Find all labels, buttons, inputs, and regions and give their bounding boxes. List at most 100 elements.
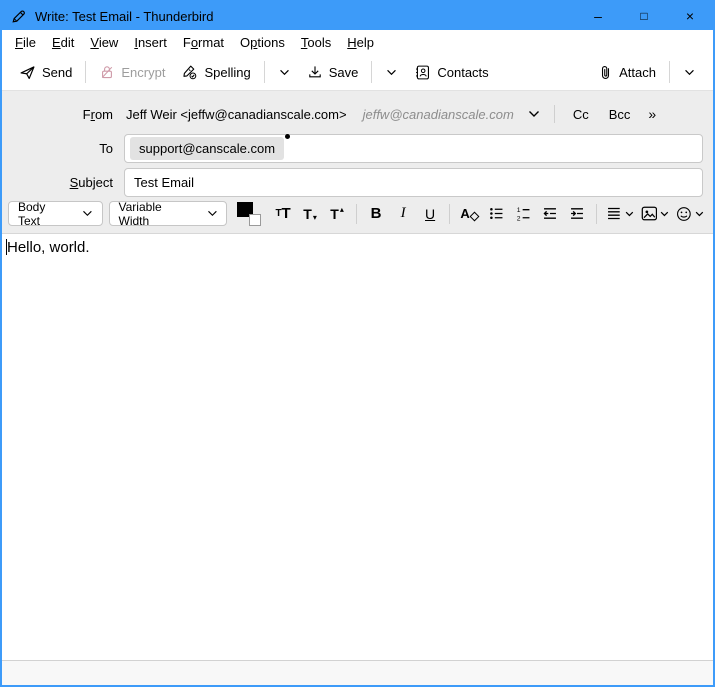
text-color-picker[interactable] bbox=[237, 202, 261, 226]
from-row: From Jeff Weir <jeffw@canadianscale.com>… bbox=[2, 98, 713, 130]
spelling-dropdown-button[interactable] bbox=[270, 63, 299, 82]
underline-button[interactable]: U bbox=[417, 201, 443, 226]
spelling-label: Spelling bbox=[204, 65, 250, 80]
minimize-icon: – bbox=[594, 8, 602, 24]
menu-format[interactable]: Format bbox=[175, 33, 232, 52]
close-icon: × bbox=[686, 8, 694, 24]
spelling-button[interactable]: Spelling bbox=[173, 58, 258, 87]
chevron-down-icon bbox=[695, 211, 704, 217]
save-button[interactable]: Save bbox=[299, 58, 367, 86]
minimize-button[interactable]: – bbox=[575, 2, 621, 30]
recipient-pill[interactable]: support@canscale.com bbox=[130, 137, 284, 160]
more-recipients-button[interactable]: » bbox=[640, 102, 664, 126]
insert-image-dropdown-button[interactable] bbox=[638, 201, 673, 226]
insert-smiley-dropdown-button[interactable] bbox=[673, 201, 707, 226]
window-controls: – □ × bbox=[575, 2, 713, 30]
contacts-button[interactable]: Contacts bbox=[406, 58, 496, 87]
outdent-button[interactable] bbox=[537, 201, 563, 226]
save-dropdown-button[interactable] bbox=[377, 63, 406, 82]
paperclip-icon bbox=[598, 64, 613, 81]
pill-dot bbox=[285, 134, 290, 139]
indent-button[interactable] bbox=[564, 201, 590, 226]
from-label: From bbox=[2, 107, 124, 122]
format-separator bbox=[449, 204, 450, 224]
decrease-font-size-button[interactable]: T▾ bbox=[297, 201, 323, 226]
menu-help[interactable]: Help bbox=[339, 33, 382, 52]
contacts-label: Contacts bbox=[437, 65, 488, 80]
chevron-down-icon bbox=[528, 110, 540, 118]
up-triangle-icon: ▴ bbox=[340, 205, 344, 214]
from-identity-dropdown[interactable]: Jeff Weir <jeffw@canadianscale.com> jeff… bbox=[124, 103, 542, 126]
toolbar-separator bbox=[371, 61, 372, 83]
chevron-down-icon bbox=[207, 210, 218, 217]
subject-row: Subject bbox=[2, 166, 713, 198]
compose-toolbar: Send Encrypt Spelling Save Contacts bbox=[2, 54, 713, 91]
numbered-list-button[interactable]: 12 bbox=[510, 201, 536, 226]
chevron-down-icon bbox=[625, 211, 634, 217]
font-value: Variable Width bbox=[119, 200, 195, 228]
recipient-address: support@canscale.com bbox=[139, 141, 275, 156]
menu-bar: File Edit View Insert Format Options Too… bbox=[2, 30, 713, 54]
chevron-down-icon bbox=[279, 69, 290, 76]
attach-button[interactable]: Attach bbox=[590, 58, 664, 87]
send-icon bbox=[19, 64, 36, 81]
menu-insert[interactable]: Insert bbox=[126, 33, 175, 52]
italic-button[interactable]: I bbox=[390, 201, 416, 226]
font-select[interactable]: Variable Width bbox=[109, 201, 228, 226]
bcc-button[interactable]: Bcc bbox=[599, 103, 641, 126]
align-icon bbox=[606, 206, 622, 221]
font-size-button[interactable]: TT bbox=[270, 201, 296, 226]
window-title: Write: Test Email - Thunderbird bbox=[35, 9, 213, 24]
send-label: Send bbox=[42, 65, 72, 80]
toolbar-separator bbox=[85, 61, 86, 83]
to-field[interactable]: support@canscale.com bbox=[124, 134, 703, 163]
message-headers: From Jeff Weir <jeffw@canadianscale.com>… bbox=[2, 91, 713, 198]
maximize-icon: □ bbox=[640, 9, 647, 23]
title-bar: Write: Test Email - Thunderbird – □ × bbox=[2, 2, 713, 30]
bullet-list-button[interactable] bbox=[483, 201, 509, 226]
cc-button[interactable]: Cc bbox=[563, 103, 599, 126]
to-row: To support@canscale.com bbox=[2, 132, 713, 164]
format-separator bbox=[596, 204, 597, 224]
down-triangle-icon: ▾ bbox=[313, 213, 317, 222]
address-book-icon bbox=[414, 64, 431, 81]
menu-edit[interactable]: Edit bbox=[44, 33, 82, 52]
maximize-button[interactable]: □ bbox=[621, 2, 667, 30]
menu-view[interactable]: View bbox=[82, 33, 126, 52]
menu-tools[interactable]: Tools bbox=[293, 33, 339, 52]
pencil-icon bbox=[11, 9, 26, 24]
subject-label: Subject bbox=[2, 175, 124, 190]
indent-icon bbox=[568, 205, 586, 222]
alignment-dropdown-button[interactable] bbox=[603, 201, 637, 226]
chevron-down-icon bbox=[82, 210, 93, 217]
body-text: Hello, world. bbox=[7, 239, 90, 256]
toolbar-separator bbox=[264, 61, 265, 83]
image-icon bbox=[641, 206, 658, 221]
encrypt-button: Encrypt bbox=[91, 58, 173, 86]
smiley-icon bbox=[676, 206, 692, 222]
paragraph-style-select[interactable]: Body Text bbox=[8, 201, 103, 226]
from-identity-hint: jeffw@canadianscale.com bbox=[363, 107, 514, 122]
status-bar bbox=[2, 660, 713, 685]
svg-text:1: 1 bbox=[516, 207, 520, 214]
bullet-list-icon bbox=[488, 205, 505, 222]
chevron-down-icon bbox=[684, 69, 695, 76]
close-button[interactable]: × bbox=[667, 2, 713, 30]
eraser-icon bbox=[469, 212, 479, 222]
compose-window: Write: Test Email - Thunderbird – □ × Fi… bbox=[0, 0, 715, 687]
to-label: To bbox=[2, 141, 124, 156]
subject-field-box bbox=[124, 168, 703, 197]
menu-options[interactable]: Options bbox=[232, 33, 293, 52]
chevron-down-icon bbox=[660, 211, 669, 217]
attach-dropdown-button[interactable] bbox=[675, 63, 704, 82]
menu-file[interactable]: File bbox=[7, 33, 44, 52]
save-icon bbox=[307, 64, 323, 80]
message-body-editor[interactable]: Hello, world. bbox=[2, 233, 713, 660]
remove-text-styling-button[interactable]: A bbox=[456, 201, 482, 226]
lock-icon bbox=[99, 64, 115, 80]
bold-button[interactable]: B bbox=[363, 201, 389, 226]
save-label: Save bbox=[329, 65, 359, 80]
increase-font-size-button[interactable]: T▴ bbox=[324, 201, 350, 226]
subject-input[interactable] bbox=[130, 175, 697, 190]
send-button[interactable]: Send bbox=[11, 58, 80, 87]
